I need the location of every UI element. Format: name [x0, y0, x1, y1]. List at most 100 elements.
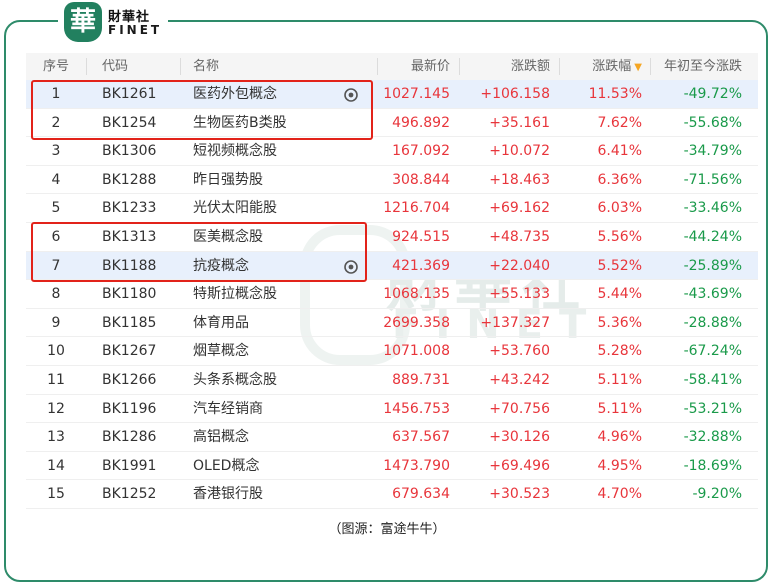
table-row[interactable]: 8 BK1180 特斯拉概念股 1068.135 +55.133 5.44% -43.69% [26, 280, 758, 309]
table-row[interactable]: 15 BK1252 香港银行股 679.634 +30.523 4.70% -9.20% [26, 480, 758, 509]
header-change-pct-label: 涨跌幅 [592, 59, 632, 74]
brand-logo: 華 財華社 FINET [58, 0, 168, 44]
row-name: 香港银行股 [193, 486, 263, 503]
row-code: BK1180 [102, 286, 157, 303]
row-latest-price: 1473.790 [383, 457, 450, 474]
row-ytd-change: -67.24% [683, 343, 742, 360]
header-change[interactable]: 涨跌额 [511, 53, 550, 80]
row-ytd-change: -32.88% [683, 429, 742, 446]
header-name[interactable]: 名称 [193, 53, 219, 80]
row-change-pct: 5.44% [597, 286, 642, 303]
row-code: BK1991 [102, 457, 157, 474]
row-name: OLED概念 [193, 457, 260, 474]
row-name: 汽车经销商 [193, 400, 263, 417]
row-latest-price: 496.892 [392, 114, 450, 131]
header-divider [180, 58, 181, 75]
row-index: 10 [47, 343, 65, 360]
row-name: 高铝概念 [193, 429, 249, 446]
row-index: 15 [47, 486, 65, 503]
row-change-pct: 7.62% [597, 114, 642, 131]
table-row[interactable]: 14 BK1991 OLED概念 1473.790 +69.496 4.95% -18.69… [26, 452, 758, 481]
row-ytd-change: -33.46% [683, 200, 742, 217]
row-ytd-change: -44.24% [683, 228, 742, 245]
row-latest-price: 1071.008 [383, 343, 450, 360]
row-code: BK1233 [102, 200, 157, 217]
row-ytd-change: -49.72% [683, 86, 742, 102]
header-divider [86, 58, 87, 75]
row-change-pct: 5.11% [597, 400, 642, 417]
row-code: BK1288 [102, 171, 157, 188]
table-row[interactable]: 11 BK1266 头条系概念股 889.731 +43.242 5.11% -58.41% [26, 366, 758, 395]
highlight-box [31, 222, 367, 282]
table-row[interactable]: 10 BK1267 烟草概念 1071.008 +53.760 5.28% -67.24% [26, 337, 758, 366]
row-change: +10.072 [489, 143, 550, 160]
row-change-pct: 6.03% [597, 200, 642, 217]
row-change: +137.327 [480, 314, 550, 331]
row-index: 3 [51, 143, 61, 160]
row-ytd-change: -71.56% [683, 171, 742, 188]
row-ytd-change: -58.41% [683, 371, 742, 388]
row-latest-price: 167.092 [392, 143, 450, 160]
header-divider [459, 58, 460, 75]
row-change: +18.463 [489, 171, 550, 188]
row-change-pct: 5.52% [597, 257, 642, 274]
row-code: BK1196 [102, 400, 157, 417]
row-latest-price: 1068.135 [383, 286, 450, 303]
row-index: 8 [51, 286, 61, 303]
row-latest-price: 2699.358 [383, 314, 450, 331]
row-latest-price: 679.634 [392, 486, 450, 503]
row-ytd-change: -34.79% [683, 143, 742, 160]
header-divider [650, 58, 651, 75]
sort-descending-caret-icon: ▼ [634, 62, 642, 73]
row-ytd-change: -9.20% [692, 486, 742, 503]
highlight-box [31, 80, 373, 140]
table-row[interactable]: 4 BK1288 昨日强势股 308.844 +18.463 6.36% -71.56% [26, 166, 758, 195]
row-latest-price: 421.369 [392, 257, 450, 274]
row-latest-price: 1216.704 [383, 200, 450, 217]
row-change: +70.756 [489, 400, 550, 417]
row-code: BK1185 [102, 314, 157, 331]
table-row[interactable]: 9 BK1185 体育用品 2699.358 +137.327 5.36% -28.88% [26, 309, 758, 338]
image-source-caption: （图源：富途牛牛） [328, 522, 446, 537]
row-change-pct: 4.96% [597, 429, 642, 446]
row-name: 昨日强势股 [193, 171, 263, 188]
header-index[interactable]: 序号 [26, 53, 86, 80]
row-name: 头条系概念股 [193, 371, 277, 388]
row-index: 12 [47, 400, 65, 417]
row-ytd-change: -43.69% [683, 286, 742, 303]
row-name: 特斯拉概念股 [193, 286, 277, 303]
row-ytd-change: -18.69% [683, 457, 742, 474]
row-change-pct: 4.95% [597, 457, 642, 474]
row-change: +35.161 [489, 114, 550, 131]
brand-name-en: FINET [108, 23, 163, 37]
table-header: 序号 代码 名称 最新价 涨跌额 涨跌幅 ▼ 年初至今涨跌 [26, 53, 758, 80]
row-name: 烟草概念 [193, 343, 249, 360]
row-change: +30.523 [489, 486, 550, 503]
table-row[interactable]: 13 BK1286 高铝概念 637.567 +30.126 4.96% -32.88% [26, 423, 758, 452]
row-index: 14 [47, 457, 65, 474]
row-change-pct: 6.36% [597, 171, 642, 188]
brand-mark-icon: 華 [64, 2, 102, 42]
row-ytd-change: -25.89% [683, 257, 742, 274]
row-index: 13 [47, 429, 65, 446]
header-change-pct[interactable]: 涨跌幅 ▼ [592, 53, 642, 80]
row-index: 9 [51, 314, 61, 331]
row-name: 体育用品 [193, 314, 249, 331]
row-change-pct: 4.70% [597, 486, 642, 503]
row-latest-price: 637.567 [392, 429, 450, 446]
row-code: BK1286 [102, 429, 157, 446]
header-divider [559, 58, 560, 75]
row-latest-price: 1027.145 [383, 86, 450, 102]
header-ytd-change[interactable]: 年初至今涨跌 [664, 53, 742, 80]
table-row[interactable]: 12 BK1196 汽车经销商 1456.753 +70.756 5.11% -53.21% [26, 395, 758, 424]
row-code: BK1252 [102, 486, 157, 503]
row-code: BK1306 [102, 143, 157, 160]
row-name: 短视频概念股 [193, 143, 277, 160]
row-change: +43.242 [489, 371, 550, 388]
header-latest-price[interactable]: 最新价 [411, 53, 450, 80]
table-row[interactable]: 3 BK1306 短视频概念股 167.092 +10.072 6.41% -34.79% [26, 137, 758, 166]
table-row[interactable]: 5 BK1233 光伏太阳能股 1216.704 +69.162 6.03% -33.46% [26, 194, 758, 223]
row-latest-price: 924.515 [392, 228, 450, 245]
header-code[interactable]: 代码 [102, 53, 128, 80]
row-change-pct: 5.36% [597, 314, 642, 331]
